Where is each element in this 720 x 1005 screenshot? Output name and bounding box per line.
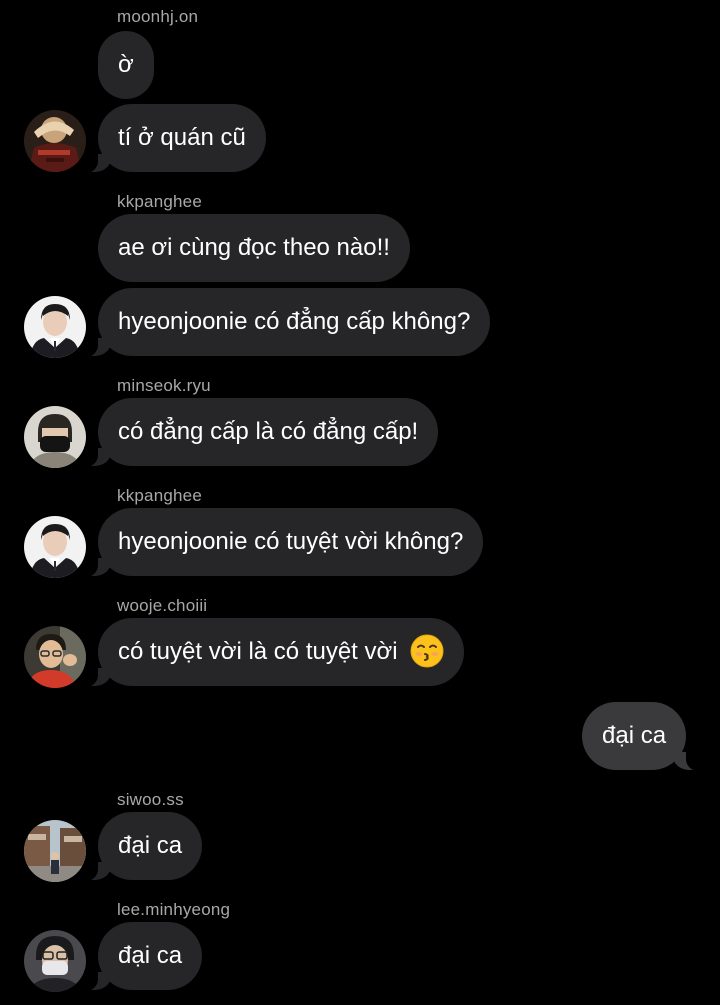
sender-name: kkpanghee <box>117 486 202 505</box>
avatar[interactable] <box>24 296 86 358</box>
message-text: hyeonjoonie có đẳng cấp không? <box>118 308 471 335</box>
message-bubble[interactable]: đại ca <box>83 922 203 991</box>
outgoing-message-bubble[interactable]: đại ca <box>582 702 701 771</box>
sender-name: lee.minhyeong <box>117 900 231 919</box>
avatar[interactable] <box>24 820 86 882</box>
message-bubble[interactable]: hyeonjoonie có đẳng cấp không? <box>83 288 491 357</box>
avatar[interactable] <box>24 626 86 688</box>
avatar-image <box>24 626 86 688</box>
avatar[interactable] <box>24 930 86 992</box>
sender-name: wooje.choiii <box>117 596 208 615</box>
avatar-image <box>24 406 86 468</box>
message-text: tí ở quán cũ <box>118 124 246 151</box>
sender-name: siwoo.ss <box>117 790 184 809</box>
message-text: đại ca <box>602 722 667 749</box>
avatar-image <box>24 516 86 578</box>
message-text: ae ơi cùng đọc theo nào!! <box>118 234 390 261</box>
avatar[interactable] <box>24 110 86 172</box>
message-bubble[interactable]: hyeonjoonie có tuyệt vời không? <box>83 508 484 577</box>
avatar-image <box>24 110 86 172</box>
message-text: đại ca <box>118 942 183 969</box>
chat-thread: moonhj.on ờ tí ở quán cũ kkpanghee ae ơi… <box>0 0 720 1005</box>
sender-name: moonhj.on <box>117 7 199 26</box>
message-bubble[interactable]: có đẳng cấp là có đẳng cấp! <box>83 398 439 467</box>
message-bubble[interactable]: tí ở quán cũ <box>84 104 266 173</box>
avatar[interactable] <box>24 516 86 578</box>
message-bubble[interactable]: có tuyệt vời là có tuyệt vời <box>83 618 465 687</box>
avatar-image <box>24 296 86 358</box>
sender-name: kkpanghee <box>117 192 202 211</box>
avatar[interactable] <box>24 406 86 468</box>
message-bubble[interactable]: ờ <box>98 31 154 99</box>
message-text: có đẳng cấp là có đẳng cấp! <box>118 418 419 445</box>
message-bubble[interactable]: ae ơi cùng đọc theo nào!! <box>98 214 410 282</box>
message-text: ờ <box>118 51 134 78</box>
message-text: hyeonjoonie có tuyệt vời không? <box>118 528 464 555</box>
message-text: có tuyệt vời là có tuyệt vời <box>118 638 398 665</box>
message-text: đại ca <box>118 832 183 859</box>
sender-name: minseok.ryu <box>117 376 211 395</box>
message-bubble[interactable]: đại ca <box>83 812 203 881</box>
avatar-image <box>24 930 86 992</box>
kissing-face-emoji <box>410 634 444 668</box>
avatar-image <box>24 820 86 882</box>
